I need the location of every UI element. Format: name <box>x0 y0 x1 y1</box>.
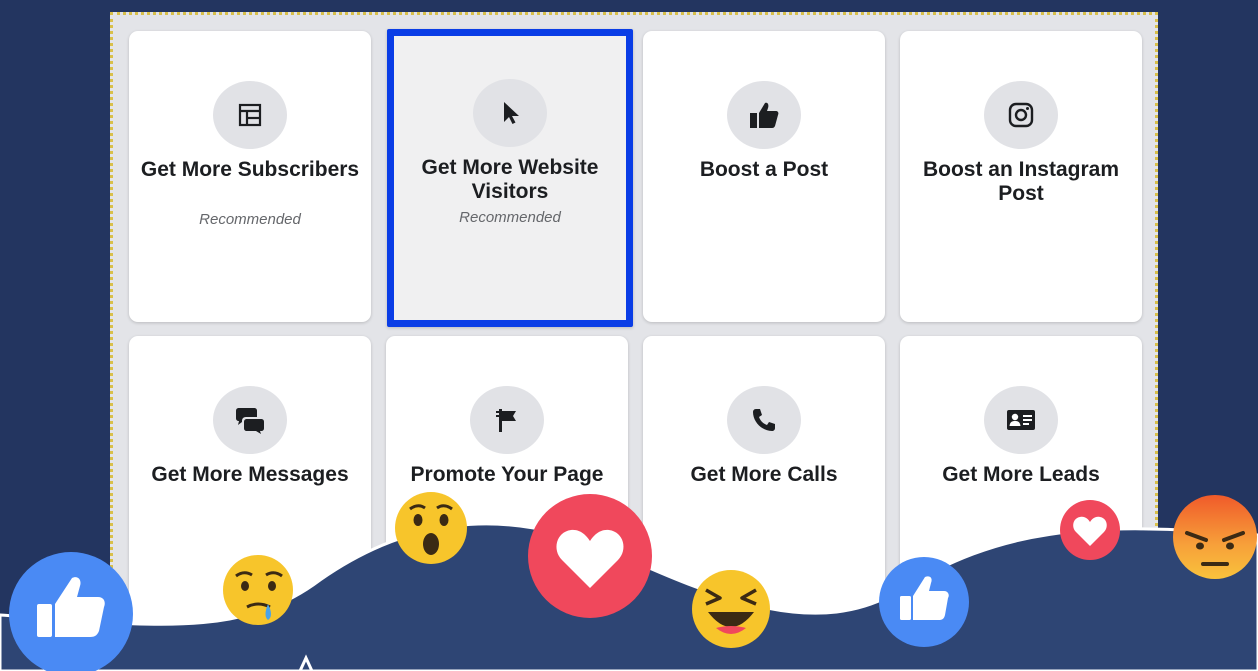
haha-reaction-icon <box>692 570 770 648</box>
angry-reaction-icon <box>1173 495 1257 579</box>
sad-reaction-icon <box>223 555 293 625</box>
reactions-wave-decoration <box>0 492 1258 671</box>
like-reaction-icon <box>9 552 133 671</box>
love-reaction-icon <box>528 494 652 618</box>
love-reaction-icon <box>1060 500 1120 560</box>
like-reaction-icon <box>879 557 969 647</box>
wow-reaction-icon <box>395 492 467 564</box>
